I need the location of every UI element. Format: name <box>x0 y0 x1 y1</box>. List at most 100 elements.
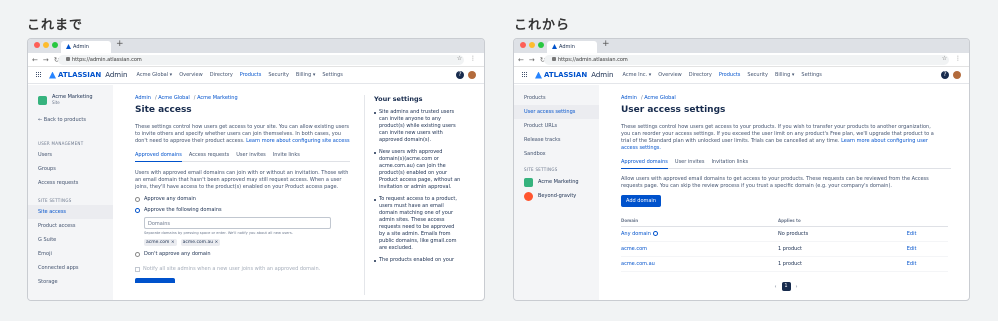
maximize-dot[interactable] <box>538 42 544 48</box>
nav-directory[interactable]: Directory <box>210 72 233 78</box>
table-row: acme.com.au 1 product Edit <box>621 256 948 272</box>
url-text: https://admin.atlassian.com <box>72 57 142 63</box>
breadcrumb: Admin / Acme Global <box>621 95 676 101</box>
back-arrow-icon[interactable]: ← <box>518 56 524 64</box>
atlassian-logo[interactable]: ATLASSIAN Admin <box>49 71 128 79</box>
app-switcher-icon[interactable] <box>36 72 42 78</box>
radio-following-domains[interactable]: Approve the following domains <box>135 207 350 213</box>
app-nav: ATLASSIAN Admin Acme Inc. ▾ Overview Dire… <box>514 67 969 84</box>
sidebar-item-user-access-settings[interactable]: User access settings <box>514 105 599 119</box>
notify-checkbox[interactable]: Notify all site admins when a new user j… <box>135 266 350 272</box>
table-row: acme.com 1 product Edit <box>621 241 948 257</box>
nav-overview[interactable]: Overview <box>179 72 203 78</box>
nav-overview[interactable]: Overview <box>658 72 682 78</box>
tab-user-invites[interactable]: User invites <box>236 152 266 158</box>
tab-access-requests[interactable]: Access requests <box>189 152 229 158</box>
atlassian-logo[interactable]: ATLASSIAN Admin <box>535 71 614 79</box>
tab-invite-links[interactable]: Invite links <box>273 152 300 158</box>
nav-products[interactable]: Products <box>240 72 262 78</box>
column-header: Applies to <box>778 215 907 227</box>
learn-more-link[interactable]: Learn more about configuring site access <box>246 138 349 144</box>
star-icon[interactable]: ☆ ⋮ <box>942 55 964 62</box>
avatar[interactable] <box>468 71 476 79</box>
edit-link[interactable]: Edit <box>906 226 948 242</box>
sidebar-item-release-tracks[interactable]: Release tracks <box>514 133 599 147</box>
close-dot[interactable] <box>34 42 40 48</box>
sidebar-item-storage[interactable]: Storage <box>28 275 113 289</box>
add-domain-button[interactable]: Add domain <box>621 195 661 207</box>
domains-input[interactable]: Domains <box>144 217 331 229</box>
page-description: These settings control how users get acc… <box>135 124 350 144</box>
sidebar-item-users[interactable]: Users <box>28 148 113 162</box>
browser-tab[interactable]: Admin <box>61 41 111 53</box>
prev-page-icon[interactable]: ‹ <box>775 284 777 290</box>
page-button-current[interactable]: 1 <box>781 282 791 291</box>
address-field[interactable]: https://admin.atlassian.com <box>58 55 464 65</box>
help-icon[interactable]: ? <box>941 71 949 79</box>
edit-link[interactable]: Edit <box>906 256 948 272</box>
tab-invitation-links[interactable]: Invitation links <box>711 159 748 165</box>
sidebar-item-products[interactable]: Products <box>514 91 599 105</box>
new-tab-icon[interactable]: + <box>116 39 124 49</box>
forward-arrow-icon[interactable]: → <box>529 56 535 64</box>
browser-window-before: Admin + ← → ↻ https://admin.atlassian.com … <box>27 38 485 301</box>
back-arrow-icon[interactable]: ← <box>32 56 38 64</box>
close-dot[interactable] <box>520 42 526 48</box>
radio-no-domain[interactable]: Don't approve any domain <box>135 251 350 257</box>
sidebar-item-access-requests[interactable]: Access requests <box>28 176 113 190</box>
next-page-icon[interactable]: › <box>796 284 798 290</box>
app-switcher-icon[interactable] <box>522 72 528 78</box>
sidebar-item-groups[interactable]: Groups <box>28 162 113 176</box>
tab-user-invites[interactable]: User invites <box>675 159 705 165</box>
sidebar-item-sandbox[interactable]: Sandbox <box>514 147 599 161</box>
sidebar-item-site-access[interactable]: Site access <box>28 205 113 219</box>
sidebar-item-emoji[interactable]: Emoji <box>28 247 113 261</box>
org-switcher[interactable]: Acme Inc. ▾ <box>623 72 652 78</box>
new-tab-icon[interactable]: + <box>602 39 610 49</box>
sidebar: Products User access settings Product UR… <box>514 85 599 300</box>
nav-settings[interactable]: Settings <box>801 72 822 78</box>
domains-table: Domain Applies to Any domain No products… <box>621 215 948 272</box>
tab-title: Admin <box>559 44 575 50</box>
back-to-products[interactable]: ← Back to products <box>28 113 113 127</box>
domain-tag[interactable]: acme.com × <box>144 239 177 246</box>
browser-window-after: Admin + ← → ↻ https://admin.atlassian.com … <box>513 38 970 301</box>
maximize-dot[interactable] <box>52 42 58 48</box>
nav-billing[interactable]: Billing ▾ <box>775 72 794 78</box>
minimize-dot[interactable] <box>529 42 535 48</box>
star-icon[interactable]: ☆ ⋮ <box>457 55 479 62</box>
domain-cell[interactable]: Any domain <box>621 226 778 242</box>
tab-approved-domains[interactable]: Approved domains <box>135 152 182 162</box>
forward-arrow-icon[interactable]: → <box>43 56 49 64</box>
edit-link[interactable]: Edit <box>906 241 948 257</box>
minimize-dot[interactable] <box>43 42 49 48</box>
radio-any-domain[interactable]: Approve any domain <box>135 196 350 202</box>
sidebar-item-product-urls[interactable]: Product URLs <box>514 119 599 133</box>
save-button[interactable] <box>135 278 175 283</box>
sidebar-item-g-suite[interactable]: G Suite <box>28 233 113 247</box>
sidebar-item-product-access[interactable]: Product access <box>28 219 113 233</box>
site-header: Acme Marketing Site <box>28 91 113 109</box>
domain-tag[interactable]: acme.com.au × <box>180 239 221 246</box>
atlassian-favicon-icon <box>552 44 557 49</box>
domain-cell[interactable]: acme.com.au <box>621 256 778 272</box>
help-icon[interactable]: ? <box>456 71 464 79</box>
nav-billing[interactable]: Billing ▾ <box>296 72 315 78</box>
tab-approved-domains[interactable]: Approved domains <box>621 159 668 169</box>
panel-bullet: New users with approved domain(s)(acme.c… <box>374 149 462 191</box>
nav-security[interactable]: Security <box>747 72 768 78</box>
browser-tab[interactable]: Admin <box>547 41 597 53</box>
nav-products[interactable]: Products <box>719 72 741 78</box>
address-field[interactable]: https://admin.atlassian.com <box>544 55 949 65</box>
nav-directory[interactable]: Directory <box>689 72 712 78</box>
sidebar-site-acme-marketing[interactable]: Acme Marketing <box>514 175 599 189</box>
nav-settings[interactable]: Settings <box>322 72 343 78</box>
org-switcher[interactable]: Acme Global ▾ <box>137 72 173 78</box>
sidebar-site-beyond-gravity[interactable]: Beyond-gravity <box>514 189 599 203</box>
info-icon[interactable] <box>652 231 658 236</box>
domain-cell[interactable]: acme.com <box>621 241 778 257</box>
nav-security[interactable]: Security <box>268 72 289 78</box>
avatar[interactable] <box>953 71 961 79</box>
domains-description: Allow users with approved email domains … <box>621 176 929 189</box>
sidebar-item-connected-apps[interactable]: Connected apps <box>28 261 113 275</box>
